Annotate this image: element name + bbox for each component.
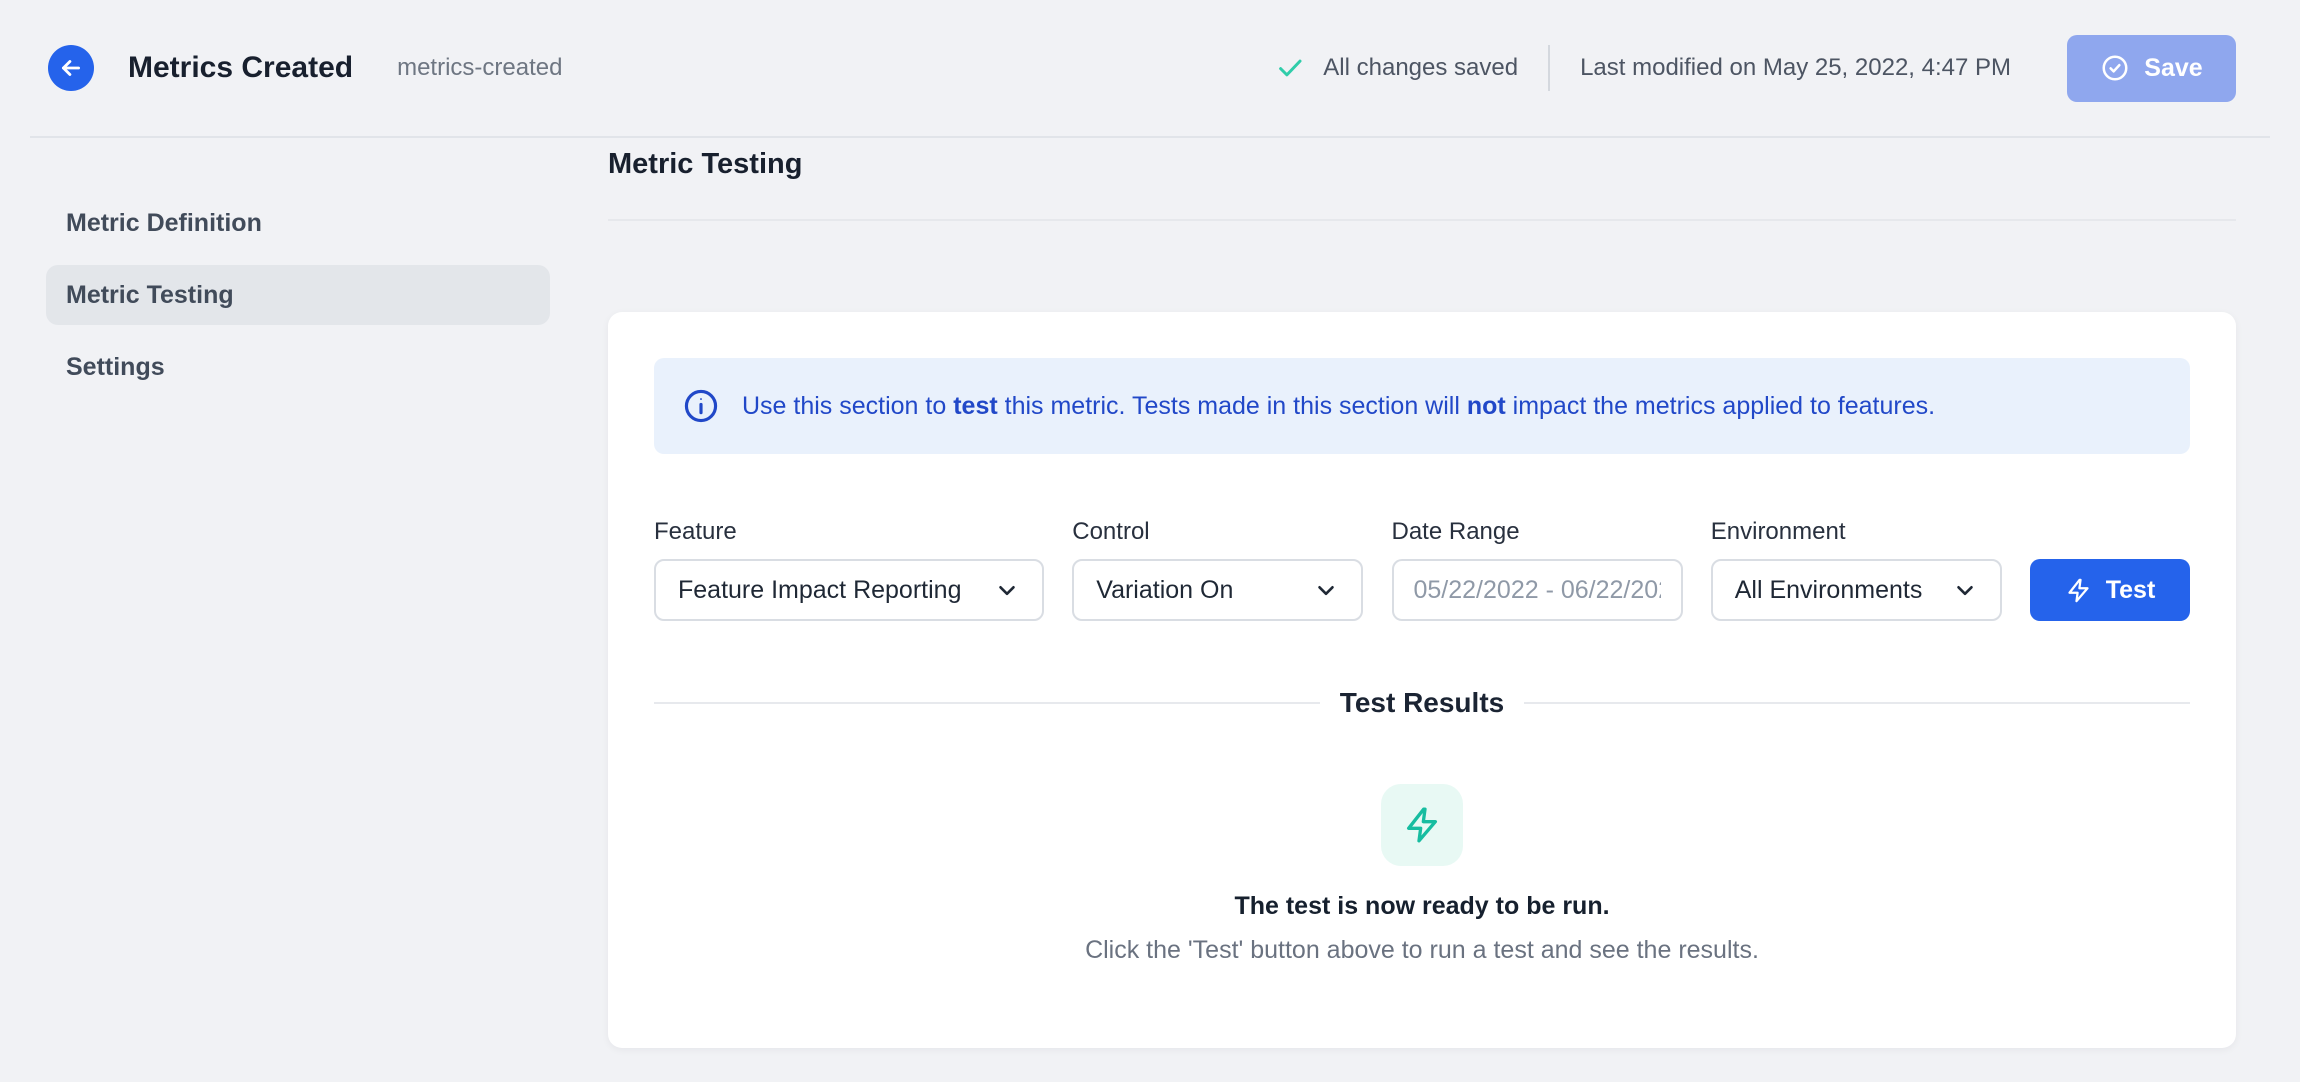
sidebar-item-label: Metric Testing (66, 281, 234, 310)
feature-select-value: Feature Impact Reporting (678, 576, 961, 605)
bolt-icon (2065, 577, 2092, 604)
sidebar-item-settings[interactable]: Settings (46, 337, 550, 397)
sidebar-nav: Metric Definition Metric Testing Setting… (0, 138, 608, 409)
saved-status: All changes saved (1275, 53, 1518, 83)
chevron-down-icon (980, 577, 1020, 603)
feature-label: Feature (654, 518, 1044, 546)
results-line-right (1524, 702, 2190, 704)
date-range-label: Date Range (1392, 518, 1683, 546)
check-circle-icon (2100, 53, 2130, 83)
sidebar-item-metric-testing[interactable]: Metric Testing (46, 265, 550, 325)
saved-status-text: All changes saved (1323, 54, 1518, 82)
control-select[interactable]: Variation On (1072, 559, 1363, 621)
header-divider (1548, 45, 1550, 91)
environment-select[interactable]: All Environments (1711, 559, 2002, 621)
page-title: Metrics Created (128, 51, 353, 85)
back-button[interactable] (48, 45, 94, 91)
test-results-title: Test Results (1334, 687, 1510, 719)
environment-select-value: All Environments (1735, 576, 1923, 605)
ready-state: The test is now ready to be run. Click t… (654, 723, 2190, 966)
environment-label: Environment (1711, 518, 2002, 546)
top-header: Metrics Created metrics-created All chan… (0, 0, 2300, 136)
ready-title: The test is now ready to be run. (1234, 890, 1609, 922)
sidebar-item-label: Settings (66, 353, 165, 382)
test-button-label: Test (2106, 576, 2156, 605)
control-label: Control (1072, 518, 1363, 546)
section-heading: Metric Testing (608, 144, 2236, 184)
test-results-header: Test Results (654, 683, 2190, 723)
test-button[interactable]: Test (2030, 559, 2190, 621)
arrow-left-icon (58, 55, 84, 81)
info-banner: Use this section to test this metric. Te… (654, 358, 2190, 454)
control-select-value: Variation On (1096, 576, 1233, 605)
date-range-input[interactable] (1392, 559, 1683, 621)
feature-select[interactable]: Feature Impact Reporting (654, 559, 1044, 621)
check-icon (1275, 53, 1305, 83)
save-button[interactable]: Save (2067, 35, 2236, 102)
results-line-left (654, 702, 1320, 704)
metric-testing-card: Use this section to test this metric. Te… (608, 312, 2236, 1048)
sidebar-item-label: Metric Definition (66, 209, 262, 238)
test-config-row: Feature Feature Impact Reporting Control… (654, 518, 2190, 621)
chevron-down-icon (1299, 577, 1339, 603)
ready-subtitle: Click the 'Test' button above to run a t… (1085, 934, 1759, 966)
chevron-down-icon (1938, 577, 1978, 603)
section-divider (608, 219, 2236, 221)
bolt-icon (1402, 805, 1442, 845)
last-modified-text: Last modified on May 25, 2022, 4:47 PM (1580, 54, 2011, 82)
sidebar-item-metric-definition[interactable]: Metric Definition (46, 193, 550, 253)
page-key: metrics-created (397, 54, 562, 82)
save-button-label: Save (2144, 54, 2202, 83)
info-banner-text: Use this section to test this metric. Te… (742, 386, 1935, 426)
page: Metrics Created metrics-created All chan… (0, 0, 2300, 1082)
bolt-tile (1381, 784, 1463, 866)
main-content: Metric Testing Use this section to test … (608, 138, 2300, 1048)
info-icon (682, 387, 720, 425)
